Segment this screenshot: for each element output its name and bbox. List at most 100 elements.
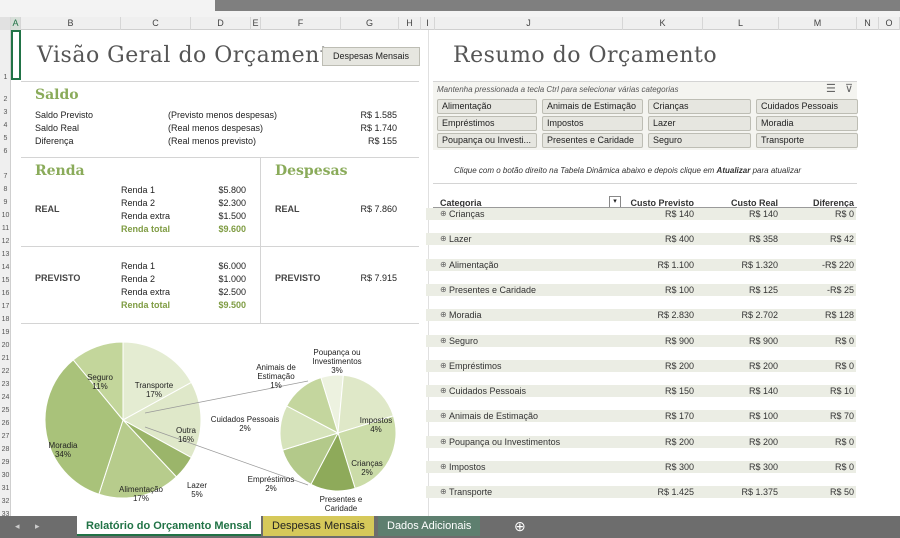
row-headers: 123 456 789 10 11 12 13 14 15 16 17 18 19 20 21 …	[0, 30, 11, 518]
slicer-item[interactable]: Transporte	[756, 133, 858, 148]
col-m[interactable]: M	[779, 17, 857, 30]
despesas-real-label: REAL	[275, 204, 300, 214]
row-difference: R$ 128	[824, 310, 854, 321]
slicer-item[interactable]: Moradia	[756, 116, 858, 131]
row-actual: R$ 125	[748, 284, 778, 295]
row-planned: R$ 1.425	[657, 487, 694, 498]
col-j[interactable]: J	[435, 17, 623, 30]
tab-dados[interactable]: Dados Adicionais	[378, 516, 481, 536]
col-o[interactable]: O	[879, 17, 900, 30]
col-d[interactable]: D	[191, 17, 251, 30]
expand-icon[interactable]: ⊕	[440, 209, 447, 218]
expand-icon[interactable]: ⊕	[440, 336, 447, 345]
row-difference: R$ 0	[834, 209, 854, 219]
clear-filter-icon[interactable]: ⊽	[845, 82, 853, 95]
expand-icon[interactable]: ⊕	[440, 437, 447, 446]
renda-previsto-label: PREVISTO	[35, 273, 81, 283]
row-actual: R$ 140	[748, 386, 778, 397]
row-actual: R$ 358	[748, 234, 778, 245]
income-name: Renda extra	[121, 211, 171, 221]
expand-icon[interactable]: ⊕	[440, 411, 447, 420]
chart-label: Lazer 5%	[187, 481, 207, 499]
slicer-item[interactable]: Animais de Estimação	[542, 99, 643, 114]
monthly-expenses-button[interactable]: Despesas Mensais	[322, 47, 420, 66]
col-g[interactable]: G	[341, 17, 399, 30]
income-total-label: Renda total	[121, 300, 171, 310]
expand-icon[interactable]: ⊕	[440, 361, 447, 370]
col-k[interactable]: K	[623, 17, 703, 30]
row-actual: R$ 900	[748, 335, 778, 346]
expand-icon[interactable]: ⊕	[440, 386, 447, 395]
saldo-value: R$ 1.740	[360, 123, 397, 133]
row-planned: R$ 200	[664, 436, 694, 447]
row-category: Moradia	[449, 310, 482, 321]
row-category: Transporte	[449, 487, 493, 498]
slicer-item[interactable]: Poupança ou Investi...	[437, 133, 537, 148]
active-cell[interactable]	[11, 30, 21, 80]
col-i[interactable]: I	[421, 17, 435, 30]
row-planned: R$ 200	[664, 360, 694, 371]
saldo-label: Saldo Real	[35, 123, 80, 133]
slicer-item[interactable]: Crianças	[648, 99, 751, 114]
col-c[interactable]: C	[121, 17, 191, 30]
col-b[interactable]: B	[21, 17, 121, 30]
tab-scroll-right-icon[interactable]: ▸	[26, 516, 49, 536]
row-planned: R$ 300	[664, 462, 694, 472]
income-value: $2.500	[218, 287, 246, 297]
slicer-item[interactable]: Seguro	[648, 133, 751, 148]
row-difference: R$ 70	[829, 411, 854, 422]
income-value: $1.000	[218, 274, 246, 284]
row-planned: R$ 2.830	[657, 310, 694, 321]
col-n[interactable]: N	[857, 17, 879, 30]
expand-icon[interactable]: ⊕	[440, 487, 447, 496]
income-total: $9.500	[218, 300, 246, 310]
tab-relatorio[interactable]: Relatório do Orçamento Mensal	[77, 516, 261, 536]
col-h[interactable]: H	[399, 17, 421, 30]
add-sheet-icon[interactable]: ⊕	[505, 516, 535, 536]
income-value: $1.500	[218, 211, 246, 221]
col-a[interactable]: A	[11, 17, 21, 30]
chart-label: Outra 16%	[176, 426, 197, 444]
income-total: $9.600	[218, 224, 246, 234]
row-actual: R$ 200	[748, 436, 778, 447]
formula-area	[0, 0, 900, 17]
row-difference: -R$ 220	[821, 259, 854, 270]
row-planned: R$ 150	[664, 386, 694, 397]
col-e[interactable]: E	[251, 17, 261, 30]
despesas-previsto-value: R$ 7.915	[360, 273, 397, 283]
chart-label: Cuidados Pessoais 2%	[211, 415, 279, 433]
slicer-item[interactable]: Presentes e Caridade	[542, 133, 643, 148]
expand-icon[interactable]: ⊕	[440, 234, 447, 243]
row-actual: R$ 100	[748, 411, 778, 422]
slicer-item[interactable]: Lazer	[648, 116, 751, 131]
row-actual: R$ 300	[748, 462, 778, 472]
row-category: Seguro	[449, 335, 479, 346]
expand-icon[interactable]: ⊕	[440, 260, 447, 269]
renda-real-label: REAL	[35, 204, 60, 214]
tab-despesas[interactable]: Despesas Mensais	[263, 516, 374, 536]
income-name: Renda 1	[121, 261, 156, 271]
refresh-hint: Clique com o botão direito na Tabela Din…	[454, 166, 802, 175]
col-f[interactable]: F	[261, 17, 341, 30]
expand-icon[interactable]: ⊕	[440, 462, 447, 471]
col-l[interactable]: L	[703, 17, 779, 30]
summary-title: Resumo do Orçamento	[453, 43, 718, 68]
expense-pie-chart[interactable]: Seguro 11% Transporte 17%Outra 16%Lazer 5%Ali…	[21, 330, 421, 516]
slicer-item[interactable]: Empréstimos	[437, 116, 537, 131]
expand-icon[interactable]: ⊕	[440, 285, 447, 294]
multi-select-icon[interactable]: ☰	[826, 82, 836, 95]
saldo-value: R$ 155	[367, 136, 397, 146]
slicer-item[interactable]: Impostos	[542, 116, 643, 131]
row-planned: R$ 100	[664, 284, 694, 295]
row-category: Presentes e Caridade	[449, 284, 537, 295]
income-name: Renda extra	[121, 287, 171, 297]
slicer-item[interactable]: Alimentação	[437, 99, 537, 114]
saldo-label: Diferença	[35, 136, 74, 146]
row-difference: R$ 0	[834, 360, 854, 371]
slicer-item[interactable]: Cuidados Pessoais	[756, 99, 858, 114]
income-total-label: Renda total	[121, 224, 171, 234]
expand-icon[interactable]: ⊕	[440, 310, 447, 319]
income-name: Renda 2	[121, 198, 156, 208]
despesas-real-value: R$ 7.860	[360, 204, 397, 214]
income-value: $2.300	[218, 198, 246, 208]
